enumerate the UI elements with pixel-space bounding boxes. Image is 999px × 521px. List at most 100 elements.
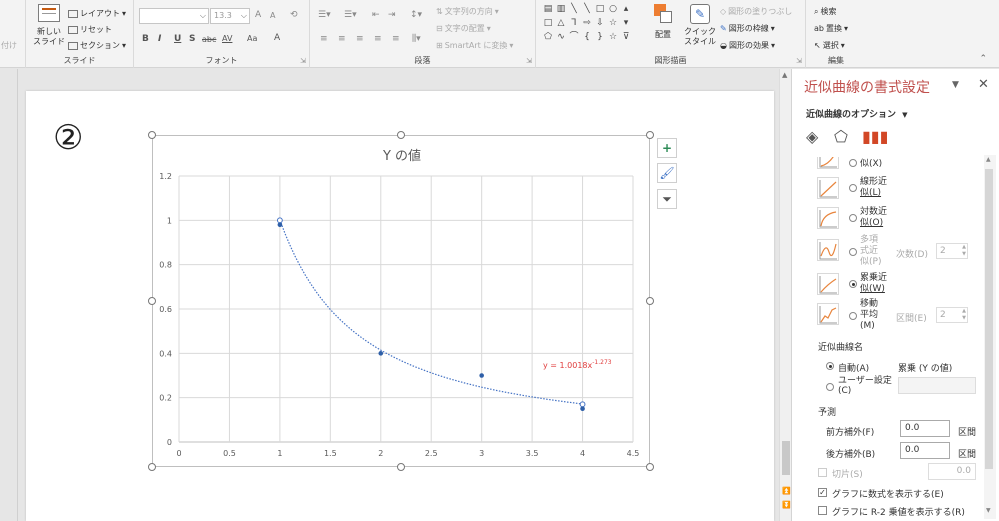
chart-styles-button[interactable]: 🖌 xyxy=(657,163,677,183)
resize-handle-n[interactable] xyxy=(397,131,405,139)
curve-shape-icon[interactable]: ∿ xyxy=(555,32,567,43)
shadow-button[interactable]: S xyxy=(189,34,195,44)
more-shapes-icon[interactable]: ⊽ xyxy=(620,32,632,43)
previous-slide-icon[interactable]: ⏫ xyxy=(782,487,791,495)
shape-outline-button[interactable]: ✎ 図形の枠線 ▾ xyxy=(720,23,775,34)
chart-filters-button[interactable]: ⏷ xyxy=(657,189,677,209)
exponential-radio[interactable] xyxy=(849,159,857,167)
resize-handle-se[interactable] xyxy=(646,463,654,471)
strikethrough-button[interactable]: abc xyxy=(202,35,216,44)
forward-input[interactable]: 0.0 xyxy=(900,420,950,437)
smartart-button[interactable]: ⊞ SmartArt に変換 ▾ xyxy=(436,40,513,51)
freeform-shape-icon[interactable]: ⌒ xyxy=(568,32,580,43)
power-radio[interactable] xyxy=(849,280,857,288)
font-name-combo[interactable]: ⌵ xyxy=(139,8,209,24)
data-point[interactable] xyxy=(479,373,484,378)
trendline-options-dropdown[interactable]: 近似曲線のオプション ▼ xyxy=(806,107,908,120)
arrow-shape-icon[interactable]: ⇨ xyxy=(581,18,593,29)
data-point[interactable] xyxy=(580,406,585,412)
numbering-icon[interactable]: ☰▾ xyxy=(344,10,357,20)
dialog-launcher-icon[interactable]: ⇲ xyxy=(796,57,802,65)
linear-radio[interactable] xyxy=(849,184,857,192)
new-slide-button[interactable]: 新しい スライド xyxy=(32,4,66,47)
line-shape-icon[interactable]: ╲ xyxy=(568,4,580,15)
trend-type-moving-average[interactable]: 移動 平均 (M) 区間(E) 2 ▲ ▼ xyxy=(792,299,982,333)
pane-scrollbar-thumb[interactable] xyxy=(985,169,993,469)
period-spinner[interactable]: 2 ▲ ▼ xyxy=(936,307,968,323)
polynomial-radio[interactable] xyxy=(849,248,857,256)
resize-handle-ne[interactable] xyxy=(646,131,654,139)
scroll-up-icon[interactable]: ▲ xyxy=(782,71,787,79)
find-button[interactable]: ⌕ 検索 xyxy=(814,6,836,17)
bold-button[interactable]: B xyxy=(142,34,149,44)
scrollbar-thumb[interactable] xyxy=(782,441,790,475)
justify-icon[interactable]: ≡ xyxy=(374,34,382,44)
trendline-endpoint[interactable] xyxy=(579,401,586,408)
log-radio[interactable] xyxy=(849,214,857,222)
bullets-icon[interactable]: ☰▾ xyxy=(318,10,331,20)
rectangle-shape-icon[interactable]: □ xyxy=(542,18,554,29)
align-right-icon[interactable]: ≡ xyxy=(356,34,364,44)
trend-type-polynomial[interactable]: 多項 式近 似(P) 次数(D) 2 ▲ ▼ xyxy=(792,235,982,269)
effects-tab-icon[interactable]: ⬠ xyxy=(834,127,848,146)
line-shape-icon[interactable]: ╲ xyxy=(581,4,593,15)
scroll-down-icon[interactable]: ▼ xyxy=(986,507,991,514)
line-spacing-icon[interactable]: ↕▾ xyxy=(410,10,422,20)
scroll-up-icon[interactable]: ▲ xyxy=(986,156,991,163)
show-r2-checkbox[interactable] xyxy=(818,506,827,515)
star-shape-icon[interactable]: ☆ xyxy=(607,18,619,29)
chart-plot[interactable]: 0 0.2 0.4 0.6 0.8 1 1.2 0 0.5 1 1.5 2 2.5 3 3.5 4 4.5 Y… xyxy=(153,136,651,468)
slide-vertical-scrollbar[interactable]: ▲ ⏫ ⏬ xyxy=(779,69,791,521)
dialog-launcher-icon[interactable]: ⇲ xyxy=(526,57,532,65)
next-slide-icon[interactable]: ⏬ xyxy=(782,501,791,509)
char-spacing-button[interactable]: AV xyxy=(222,34,232,43)
align-text-button[interactable]: ⊟ 文字の配置 ▾ xyxy=(436,23,491,34)
custom-name-radio[interactable] xyxy=(826,383,834,391)
font-size-combo[interactable]: 13.3 ⌵ xyxy=(210,8,250,24)
replace-button[interactable]: ab 置換 ▾ xyxy=(814,23,848,34)
oval-shape-icon[interactable]: ○ xyxy=(607,4,619,15)
options-tab-icon[interactable]: ▮▮▮ xyxy=(862,127,888,146)
brace-shape-icon[interactable]: } xyxy=(594,32,606,43)
shape-fill-button[interactable]: ◇ 図形の塗りつぶし xyxy=(720,6,792,17)
rectangle-shape-icon[interactable]: □ xyxy=(594,4,606,15)
columns-icon[interactable]: ⫼▾ xyxy=(412,34,421,44)
shapes-gallery[interactable]: ▤ ▥ ╲ ╲ □ ○ ▴ □ △ ⅂ ⇨ ⇩ ☆ ▾ ⬠ ∿ ⌒ { } ☆ … xyxy=(542,4,646,50)
layout-button[interactable]: レイアウト ▾ xyxy=(68,8,126,19)
align-left-icon[interactable]: ≡ xyxy=(320,34,328,44)
align-center-icon[interactable]: ≡ xyxy=(338,34,346,44)
resize-handle-e[interactable] xyxy=(646,297,654,305)
resize-handle-nw[interactable] xyxy=(148,131,156,139)
arrow-shape-icon[interactable]: ⇩ xyxy=(594,18,606,29)
section-button[interactable]: セクション ▾ xyxy=(68,40,126,51)
quick-style-button[interactable]: ✎ クイック スタイル xyxy=(680,4,720,47)
intercept-input[interactable]: 0.0 xyxy=(928,463,976,480)
order-spinner[interactable]: 2 ▲ ▼ xyxy=(936,243,968,259)
custom-name-input[interactable] xyxy=(898,377,976,394)
trend-type-linear[interactable]: 線形近 似(L) xyxy=(792,173,982,203)
select-button[interactable]: ↖ 選択 ▾ xyxy=(814,40,845,51)
indent-increase-icon[interactable]: ⇥ xyxy=(388,10,396,20)
circled-number-text[interactable]: ② xyxy=(53,118,83,158)
triangle-shape-icon[interactable]: △ xyxy=(555,18,567,29)
chevron-down-icon[interactable]: ▼ xyxy=(952,80,959,90)
grow-font-button[interactable]: A xyxy=(255,10,261,20)
chart-frame[interactable]: 0 0.2 0.4 0.6 0.8 1 1.2 0 0.5 1 1.5 2 2.5 3 3.5 4 4.5 Y… xyxy=(152,135,650,467)
trend-type-log[interactable]: 対数近 似(O) xyxy=(792,203,982,233)
distribute-icon[interactable]: ≡ xyxy=(392,34,400,44)
data-point[interactable] xyxy=(378,351,384,356)
trend-type-power[interactable]: 累乗近 似(W) xyxy=(792,269,982,299)
data-point[interactable] xyxy=(277,222,283,228)
moving-average-radio[interactable] xyxy=(849,312,857,320)
down-scroll-icon[interactable]: ▾ xyxy=(620,18,632,29)
pentagon-shape-icon[interactable]: ⬠ xyxy=(542,32,554,43)
pane-scrollbar[interactable]: ▲ ▼ xyxy=(984,155,996,519)
clear-format-icon[interactable]: ⟲ xyxy=(290,10,298,20)
reset-button[interactable]: リセット xyxy=(68,24,112,35)
underline-button[interactable]: U xyxy=(174,34,181,44)
brace-shape-icon[interactable]: { xyxy=(581,32,593,43)
backward-input[interactable]: 0.0 xyxy=(900,442,950,459)
dialog-launcher-icon[interactable]: ⇲ xyxy=(300,57,306,65)
trend-type-exponential[interactable]: 似(X) xyxy=(792,157,982,173)
shrink-font-button[interactable]: A xyxy=(270,11,275,20)
